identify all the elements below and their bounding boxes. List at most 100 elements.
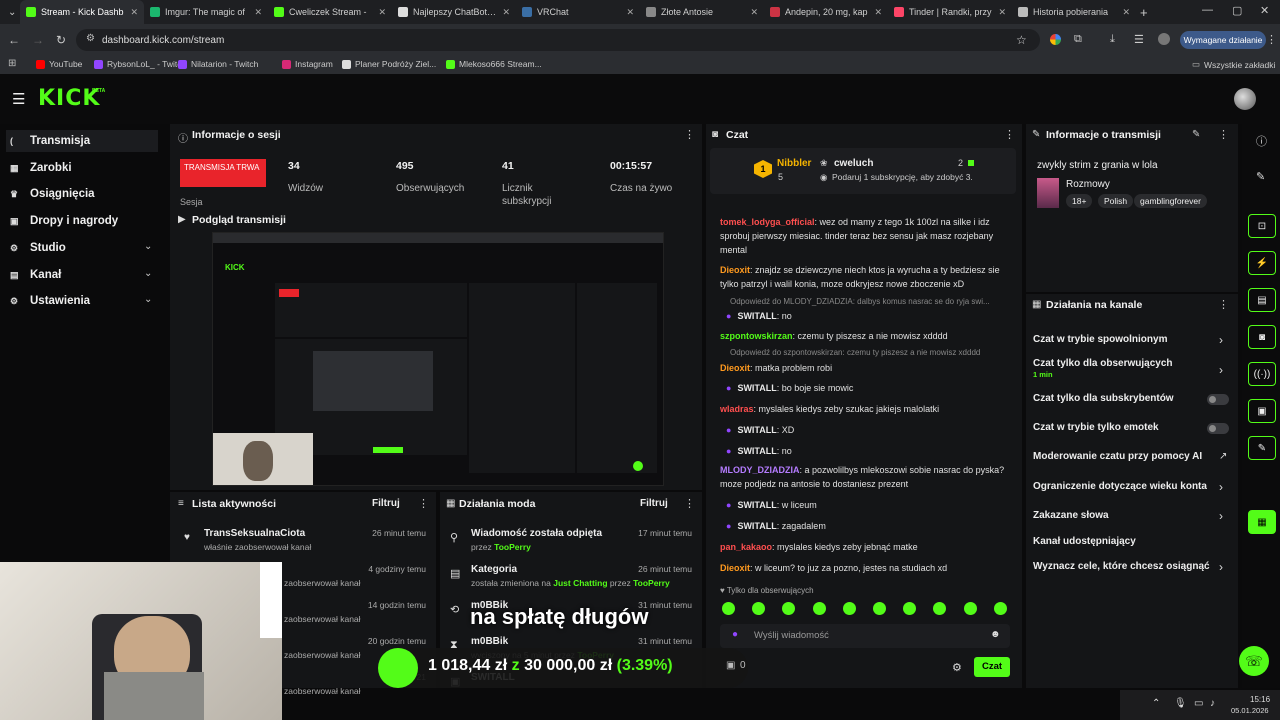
chat-settings-icon[interactable]: ⚙ — [952, 661, 962, 674]
chevron-down-icon[interactable]: ⌄ — [144, 268, 152, 279]
rail-green-button[interactable]: ▦ — [1248, 510, 1276, 534]
back-icon[interactable]: ← — [8, 33, 20, 47]
maximize-icon[interactable]: ▢ — [1232, 4, 1242, 17]
bookmark-item[interactable]: YouTube — [36, 59, 82, 69]
toggle-switch[interactable] — [1207, 394, 1229, 405]
action-required-button[interactable]: Wymagane działanie — [1180, 31, 1266, 49]
extension-icon[interactable] — [1050, 34, 1061, 45]
stream-tag[interactable]: Polish — [1098, 194, 1134, 208]
emote-icon[interactable] — [722, 602, 735, 615]
channel-action-label[interactable]: Moderowanie czatu przy pomocy AI — [1033, 451, 1233, 462]
activity-user[interactable]: TransSeksualnaCiota — [204, 528, 305, 539]
stream-tag[interactable]: gamblingforever — [1134, 194, 1207, 208]
stream-preview-video[interactable]: KICK — [212, 232, 664, 486]
chevron-right-icon[interactable]: › — [1219, 333, 1223, 347]
category-thumbnail[interactable] — [1037, 178, 1059, 208]
channel-action-label[interactable]: Czat tylko dla subskrybentów — [1033, 393, 1233, 404]
rail-pencil-icon[interactable]: ✎ — [1256, 170, 1265, 183]
tray-volume-icon[interactable]: ♪ — [1210, 698, 1215, 709]
new-tab-icon[interactable]: + — [1136, 5, 1148, 20]
tray-chevron-icon[interactable]: ⌃ — [1152, 698, 1160, 709]
minimize-icon[interactable]: — — [1202, 4, 1213, 16]
chat-username[interactable]: SWITALL — [737, 383, 776, 393]
support-headset-icon[interactable]: ☏ — [1239, 646, 1269, 676]
mod-filter-button[interactable]: Filtruj — [640, 498, 668, 509]
channel-action-label[interactable]: Czat w trybie tylko emotek — [1033, 422, 1233, 433]
rail-layout-button[interactable]: ▣ — [1248, 399, 1276, 423]
stream-info-menu-icon[interactable]: ⋮ — [1218, 128, 1229, 141]
emote-icon[interactable] — [812, 602, 826, 615]
chevron-right-icon[interactable]: › — [1219, 560, 1223, 574]
gifter-name[interactable]: Nibbler — [777, 158, 811, 169]
emote-icon[interactable] — [873, 602, 886, 615]
chat-username[interactable]: SWITALL — [737, 446, 776, 456]
tab-close-icon[interactable]: ✕ — [1122, 7, 1130, 18]
external-link-icon[interactable]: ↗ — [1219, 451, 1227, 462]
tab-close-icon[interactable]: ✕ — [254, 7, 262, 18]
download-icon[interactable]: ⤓ — [1110, 33, 1115, 46]
emote-icon[interactable] — [842, 602, 856, 615]
rail-wrench-button[interactable]: ✎ — [1248, 436, 1276, 460]
sidebar-item[interactable]: ⚙ Ustawienia — [10, 290, 90, 312]
chat-username[interactable]: szpontowskirzan — [720, 331, 793, 341]
bookmark-item[interactable]: Instagram — [282, 59, 333, 69]
extensions-puzzle-icon[interactable]: ⧉ — [1074, 33, 1082, 46]
mod-action-category[interactable]: Just Chatting — [553, 578, 607, 588]
tray-display-icon[interactable]: ▭ — [1194, 698, 1203, 709]
rail-bolt-button[interactable]: ⚡ — [1248, 251, 1276, 275]
mod-menu-icon[interactable]: ⋮ — [684, 497, 695, 510]
channel-action-label[interactable]: Czat tylko dla obserwujących — [1033, 358, 1233, 369]
forward-icon[interactable]: → — [32, 33, 44, 47]
chat-username[interactable]: Dieoxit — [720, 563, 750, 573]
rail-camera-button[interactable]: ⊡ — [1248, 214, 1276, 238]
chat-send-button[interactable]: Czat — [974, 657, 1010, 677]
hamburger-menu-icon[interactable]: ☰ — [12, 90, 25, 108]
tab-close-icon[interactable]: ✕ — [874, 7, 882, 18]
channel-action-label[interactable]: Kanał udostępniający — [1033, 536, 1233, 547]
tab-close-icon[interactable]: ✕ — [626, 7, 634, 18]
emote-icon[interactable] — [963, 602, 977, 615]
mic-icon[interactable]: ● — [732, 629, 738, 640]
channel-action-label[interactable]: Wyznacz cele, które chcesz osiągnąć — [1033, 561, 1233, 572]
stream-tag[interactable]: 18+ — [1066, 194, 1093, 208]
browser-tab[interactable]: VRChat ✕ — [516, 0, 640, 24]
tab-list-icon[interactable]: ⌄ — [8, 7, 28, 18]
browser-tab[interactable]: Historia pobierania ✕ — [1012, 0, 1136, 24]
tab-close-icon[interactable]: ✕ — [378, 7, 386, 18]
rail-broadcast-button[interactable]: ((·)) — [1248, 362, 1276, 386]
activity-menu-icon[interactable]: ⋮ — [418, 497, 429, 510]
channel-actions-menu-icon[interactable]: ⋮ — [1218, 298, 1229, 311]
tab-close-icon[interactable]: ✕ — [130, 7, 138, 18]
gift-sub-text[interactable]: Podaruj 1 subskrypcję, aby zdobyć 3. — [832, 172, 973, 182]
channel-action-label[interactable]: Czat w trybie spowolnionym — [1033, 334, 1233, 345]
close-window-icon[interactable]: ✕ — [1260, 4, 1269, 17]
chevron-right-icon[interactable]: › — [1219, 363, 1223, 377]
chat-username[interactable]: pan_kakaoo — [720, 542, 772, 552]
toggle-switch[interactable] — [1207, 423, 1229, 434]
chat-username[interactable]: MLODY_DZIADZIA — [720, 465, 800, 475]
browser-tab[interactable]: Tinder | Randki, przy ✕ — [888, 0, 1012, 24]
chat-username[interactable]: Dieoxit — [720, 363, 750, 373]
channel-action-label[interactable]: Ograniczenie dotyczące wieku konta — [1033, 481, 1233, 492]
rail-chat-button[interactable]: ◙ — [1248, 325, 1276, 349]
tray-mic-icon[interactable]: 🎙 — [1174, 698, 1187, 709]
edit-icon[interactable]: ✎ — [1192, 129, 1200, 140]
sidebar-item[interactable]: (Transmisja — [6, 130, 158, 152]
chat-menu-icon[interactable]: ⋮ — [1004, 128, 1015, 141]
chat-username[interactable]: wladras — [720, 404, 754, 414]
emoji-icon[interactable]: ☻ — [990, 629, 1001, 640]
chevron-right-icon[interactable]: › — [1219, 509, 1223, 523]
reload-icon[interactable]: ↻ — [56, 33, 66, 47]
media-icon[interactable]: ☰ — [1134, 33, 1144, 46]
rail-info-icon[interactable]: ⓘ — [1256, 133, 1267, 149]
browser-tab[interactable]: Imgur: The magic of ✕ — [144, 0, 268, 24]
bookmark-item[interactable]: Nilatarion - Twitch — [178, 59, 258, 69]
chevron-right-icon[interactable]: › — [1219, 480, 1223, 494]
browser-tab[interactable]: Najlepszy ChatBot i W ✕ — [392, 0, 516, 24]
browser-tab[interactable]: Andepin, 20 mg, kap ✕ — [764, 0, 888, 24]
browser-tab[interactable]: Stream - Kick Dashb ✕ — [20, 0, 144, 24]
rail-doc-button[interactable]: ▤ — [1248, 288, 1276, 312]
sidebar-item[interactable]: ▣ Dropy i nagrody — [10, 210, 118, 232]
bookmark-item[interactable]: RybsonLoL_ - Twitch — [94, 59, 186, 69]
sidebar-item[interactable]: ⚙ Studio — [10, 237, 66, 259]
